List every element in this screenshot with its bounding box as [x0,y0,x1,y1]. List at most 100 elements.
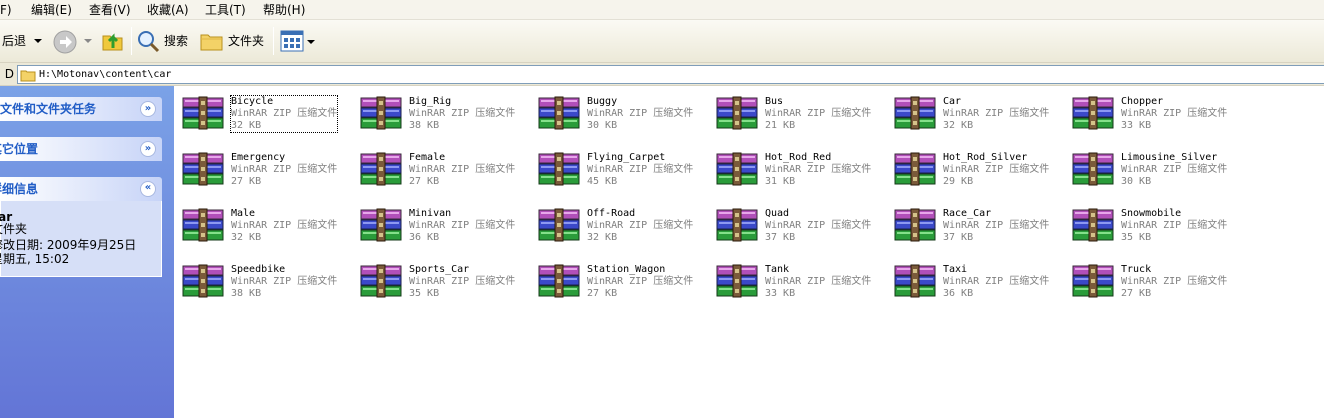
file-text: Bicycle WinRAR ZIP 压缩文件 32 KB [229,95,339,133]
up-folder-icon[interactable] [100,28,126,54]
file-text: Truck WinRAR ZIP 压缩文件 27 KB [1121,264,1227,300]
chevron-down-icon[interactable]: » [140,141,156,157]
back-dropdown-icon[interactable] [34,37,42,45]
file-item[interactable]: Snowmobile WinRAR ZIP 压缩文件 35 KB [1064,198,1234,248]
search-icon [138,31,160,53]
file-item[interactable]: Truck WinRAR ZIP 压缩文件 27 KB [1064,254,1234,304]
search-label: 搜索 [164,34,189,48]
file-item[interactable]: Off-Road WinRAR ZIP 压缩文件 32 KB [530,198,700,248]
file-item[interactable]: Minivan WinRAR ZIP 压缩文件 36 KB [352,198,522,248]
file-text: Hot_Rod_Red WinRAR ZIP 压缩文件 31 KB [765,152,871,188]
panel-header-other-places[interactable]: 其它位置 » [0,137,162,161]
menu-bar: F) 编辑(E) 查看(V) 收藏(A) 工具(T) 帮助(H) [0,0,1324,20]
file-type: WinRAR ZIP 压缩文件 [231,276,338,287]
winrar-archive-icon [716,152,758,186]
file-text: Car WinRAR ZIP 压缩文件 32 KB [943,96,1049,132]
search-button[interactable]: 搜索 [136,28,192,54]
file-item[interactable]: Quad WinRAR ZIP 压缩文件 37 KB [708,198,878,248]
folder-icon [20,70,36,82]
file-name: Buggy [587,96,618,107]
address-input[interactable]: H:\Motonav\content\car [17,65,1324,84]
winrar-archive-icon [1072,152,1114,186]
file-name: Bus [765,96,784,107]
winrar-archive-icon [1072,264,1114,298]
back-button[interactable]: 后退 [0,28,46,54]
panel-header-details[interactable]: 详细信息 « [0,177,162,201]
file-name: Speedbike [231,264,286,275]
file-size: 27 KB [1121,288,1152,299]
file-item[interactable]: Chopper WinRAR ZIP 压缩文件 33 KB [1064,86,1234,136]
menu-file[interactable]: F) [0,2,12,18]
file-item[interactable]: Female WinRAR ZIP 压缩文件 27 KB [352,142,522,192]
file-text: Sports_Car WinRAR ZIP 压缩文件 35 KB [409,264,515,300]
file-size: 27 KB [409,176,440,187]
winrar-archive-icon [538,152,580,186]
menu-tools[interactable]: 工具(T) [205,2,246,18]
views-dropdown-icon [307,40,315,44]
folders-button[interactable]: 文件夹 [200,28,268,54]
winrar-archive-icon [538,208,580,242]
file-type: WinRAR ZIP 压缩文件 [409,164,516,175]
file-item[interactable]: Taxi WinRAR ZIP 压缩文件 36 KB [886,254,1056,304]
file-size: 35 KB [409,288,440,299]
file-name: Male [231,208,256,219]
winrar-archive-icon [1072,96,1114,130]
file-item[interactable]: Flying_Carpet WinRAR ZIP 压缩文件 45 KB [530,142,700,192]
file-size: 21 KB [765,120,796,131]
file-type: WinRAR ZIP 压缩文件 [409,220,516,231]
file-item[interactable]: Race_Car WinRAR ZIP 压缩文件 37 KB [886,198,1056,248]
file-item[interactable]: Station_Wagon WinRAR ZIP 压缩文件 27 KB [530,254,700,304]
file-item[interactable]: Bus WinRAR ZIP 压缩文件 21 KB [708,86,878,136]
forward-dropdown-icon[interactable] [84,37,92,45]
file-item[interactable]: Emergency WinRAR ZIP 压缩文件 27 KB [174,142,344,192]
file-size: 32 KB [231,232,262,243]
panel-header-file-tasks[interactable]: 文件和文件夹任务 » [0,97,162,121]
winrar-archive-icon [1072,208,1114,242]
file-item[interactable]: Limousine_Silver WinRAR ZIP 压缩文件 30 KB [1064,142,1234,192]
file-item[interactable]: Buggy WinRAR ZIP 压缩文件 30 KB [530,86,700,136]
file-text: Female WinRAR ZIP 压缩文件 27 KB [409,152,515,188]
file-name: Truck [1121,264,1152,275]
views-button[interactable] [280,30,316,54]
file-list: Bicycle WinRAR ZIP 压缩文件 32 KB Big_Rig WinRAR… [174,86,1324,418]
file-item[interactable]: Sports_Car WinRAR ZIP 压缩文件 35 KB [352,254,522,304]
menu-help[interactable]: 帮助(H) [263,2,305,18]
file-name: Emergency [231,152,286,163]
menu-favorites[interactable]: 收藏(A) [147,2,189,18]
file-item[interactable]: Hot_Rod_Red WinRAR ZIP 压缩文件 31 KB [708,142,878,192]
chevron-up-icon[interactable]: « [140,181,156,197]
file-item[interactable]: Speedbike WinRAR ZIP 压缩文件 38 KB [174,254,344,304]
file-name: Sports_Car [409,264,470,275]
file-item[interactable]: Bicycle WinRAR ZIP 压缩文件 32 KB [174,86,344,136]
file-type: WinRAR ZIP 压缩文件 [943,164,1050,175]
toolbar-separator [131,27,132,55]
file-text: Quad WinRAR ZIP 压缩文件 37 KB [765,208,871,244]
file-size: 27 KB [587,288,618,299]
file-text: Minivan WinRAR ZIP 压缩文件 36 KB [409,208,515,244]
file-type: WinRAR ZIP 压缩文件 [587,276,694,287]
file-text: Male WinRAR ZIP 压缩文件 32 KB [231,208,337,244]
menu-edit[interactable]: 编辑(E) [31,2,72,18]
file-item[interactable]: Big_Rig WinRAR ZIP 压缩文件 38 KB [352,86,522,136]
details-panel: car 文件夹 修改日期: 2009年9月25日 星期五, 15:02 [0,201,162,277]
file-name: Taxi [943,264,968,275]
winrar-archive-icon [360,152,402,186]
file-text: Emergency WinRAR ZIP 压缩文件 27 KB [231,152,337,188]
file-text: Limousine_Silver WinRAR ZIP 压缩文件 30 KB [1121,152,1227,188]
file-name: Hot_Rod_Silver [943,152,1028,163]
file-size: 38 KB [409,120,440,131]
forward-icon[interactable] [52,29,78,55]
file-name: Female [409,152,446,163]
file-item[interactable]: Hot_Rod_Silver WinRAR ZIP 压缩文件 29 KB [886,142,1056,192]
file-name: Off-Road [587,208,636,219]
file-name: Race_Car [943,208,992,219]
file-item[interactable]: Tank WinRAR ZIP 压缩文件 33 KB [708,254,878,304]
file-item[interactable]: Car WinRAR ZIP 压缩文件 32 KB [886,86,1056,136]
file-item[interactable]: Male WinRAR ZIP 压缩文件 32 KB [174,198,344,248]
folder-icon [200,34,223,51]
winrar-archive-icon [894,96,936,130]
file-name: Limousine_Silver [1121,152,1218,163]
chevron-down-icon[interactable]: » [140,101,156,117]
menu-view[interactable]: 查看(V) [89,2,131,18]
file-size: 29 KB [943,176,974,187]
